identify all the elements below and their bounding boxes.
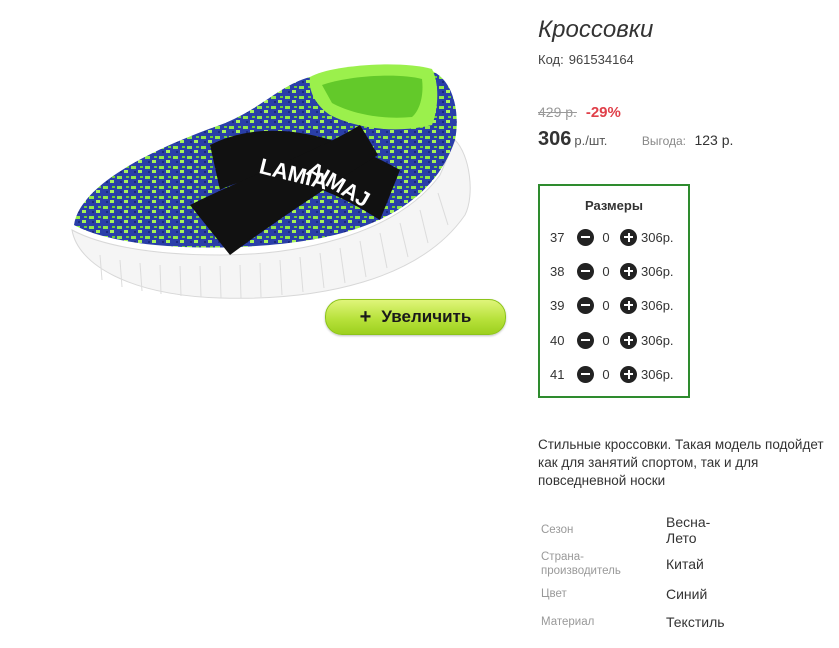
product-code-label: Код:	[538, 52, 564, 67]
size-row: 37 0 306р.	[550, 227, 674, 247]
size-row: 38 0 306р.	[550, 261, 674, 281]
property-value: Китай	[666, 556, 704, 572]
price-row: 306 р./шт. Выгода: 123 р.	[538, 128, 733, 151]
plus-icon[interactable]	[620, 331, 637, 349]
property-label: Страна-производитель	[541, 551, 621, 577]
quantity-value: 0	[602, 263, 610, 279]
size-value: 41	[550, 366, 565, 382]
minus-icon[interactable]	[577, 262, 594, 280]
property-value: Синий	[666, 586, 708, 602]
size-row: 40 0 306р.	[550, 330, 674, 350]
plus-icon: +	[359, 306, 372, 328]
product-code: Код: 961534164	[538, 52, 634, 67]
price-unit: р./шт.	[574, 133, 608, 148]
sizes-title: Размеры	[585, 198, 643, 213]
quantity-value: 0	[602, 332, 610, 348]
property-value: Текстиль	[666, 614, 725, 630]
minus-icon[interactable]	[577, 331, 594, 349]
size-value: 37	[550, 229, 565, 245]
size-price: 306р.	[641, 229, 674, 245]
size-price: 306р.	[641, 366, 674, 382]
property-label: Материал	[541, 616, 595, 628]
product-image[interactable]: LAMIA AIMAJ	[60, 55, 480, 315]
property-label: Цвет	[541, 588, 567, 600]
old-price: 429 р.	[538, 104, 577, 120]
minus-icon[interactable]	[577, 365, 594, 383]
size-price: 306р.	[641, 332, 674, 348]
plus-icon[interactable]	[620, 262, 637, 280]
quantity-value: 0	[602, 297, 610, 313]
saving-value: 123 р.	[694, 132, 734, 148]
quantity-value: 0	[602, 229, 610, 245]
current-price: 306	[538, 128, 572, 150]
plus-icon[interactable]	[620, 228, 637, 246]
product-code-value: 961534164	[568, 52, 634, 67]
old-price-row: 429 р. -29%	[538, 104, 621, 121]
size-row: 39 0 306р.	[550, 295, 674, 315]
size-row: 41 0 306р.	[550, 364, 674, 384]
minus-icon[interactable]	[577, 296, 594, 314]
property-value: Весна-Лето	[666, 514, 711, 546]
size-value: 39	[550, 297, 565, 313]
product-title: Кроссовки	[538, 16, 654, 43]
quantity-value: 0	[602, 366, 610, 382]
size-value: 38	[550, 263, 565, 279]
discount-badge: -29%	[585, 104, 621, 121]
minus-icon[interactable]	[577, 228, 594, 246]
plus-icon[interactable]	[620, 365, 637, 383]
zoom-button[interactable]: + Увеличить	[325, 299, 506, 335]
saving-label: Выгода:	[641, 134, 687, 148]
zoom-button-label: Увеличить	[381, 307, 472, 326]
size-value: 40	[550, 332, 565, 348]
property-label: Сезон	[541, 524, 574, 536]
size-price: 306р.	[641, 263, 674, 279]
sizes-box: Размеры 37 0 306р. 38 0 306р. 39 0 306р.…	[538, 184, 690, 398]
product-description: Стильные кроссовки. Такая модель подойде…	[538, 437, 824, 488]
size-price: 306р.	[641, 297, 674, 313]
plus-icon[interactable]	[620, 296, 637, 314]
